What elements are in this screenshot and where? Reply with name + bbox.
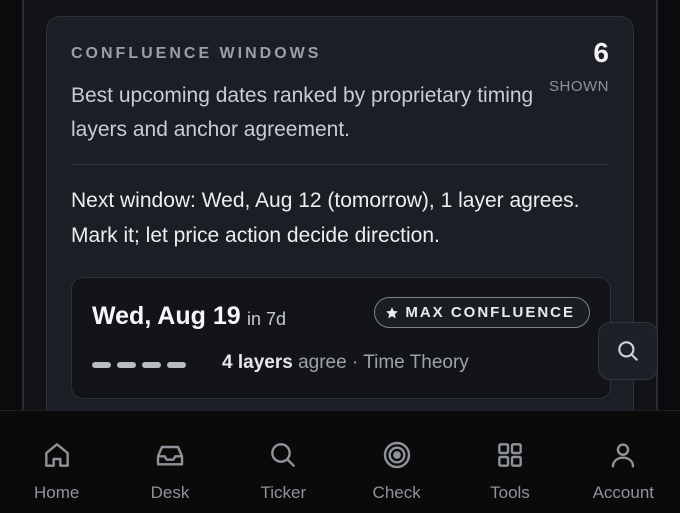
window-date: Wed, Aug 19 bbox=[92, 302, 241, 330]
max-confluence-badge: MAX CONFLUENCE bbox=[374, 297, 590, 328]
tab-ticker[interactable]: Ticker bbox=[227, 411, 340, 513]
grid-icon bbox=[498, 443, 522, 467]
shown-count: 6 bbox=[593, 37, 609, 68]
home-icon bbox=[44, 443, 69, 467]
target-icon bbox=[383, 441, 410, 469]
confluence-windows-card: CONFLUENCE WINDOWS 6 SHOWN Best upcoming… bbox=[46, 16, 634, 436]
star-icon bbox=[386, 306, 399, 318]
layer-bar bbox=[117, 362, 136, 368]
tab-label: Desk bbox=[150, 483, 190, 502]
search-icon bbox=[271, 443, 296, 467]
layer-indicator bbox=[92, 362, 186, 368]
layer-bar bbox=[167, 362, 186, 368]
tab-label: Check bbox=[372, 483, 421, 502]
tab-label: Ticker bbox=[260, 483, 307, 502]
layer-bar bbox=[92, 362, 111, 368]
bottom-tab-bar: Home Desk Ticker Check Tools Account bbox=[0, 410, 680, 513]
next-window-text: Next window: Wed, Aug 12 (tomorrow), 1 l… bbox=[71, 189, 580, 247]
tab-check[interactable]: Check bbox=[340, 411, 453, 513]
tab-desk[interactable]: Desk bbox=[113, 411, 226, 513]
tab-label: Tools bbox=[490, 483, 530, 502]
card-title: CONFLUENCE WINDOWS bbox=[71, 45, 322, 62]
inbox-icon bbox=[156, 445, 184, 466]
layer-bar bbox=[142, 362, 161, 368]
window-list-item[interactable]: Wed, Aug 19 in 7d MAX CONFLUENCE 4 layer… bbox=[71, 277, 611, 399]
tab-tools[interactable]: Tools bbox=[453, 411, 566, 513]
shown-label: SHOWN bbox=[549, 78, 609, 95]
layer-agreement: 4 layers agree · Time Theory bbox=[222, 352, 469, 374]
divider bbox=[71, 164, 609, 165]
tab-label: Home bbox=[33, 483, 80, 502]
window-relative-time: in 7d bbox=[247, 309, 287, 329]
card-description: Best upcoming dates ranked by proprietar… bbox=[71, 84, 534, 141]
layer-agree-text: agree · Time Theory bbox=[292, 352, 469, 373]
layer-count: 4 layers bbox=[222, 352, 293, 373]
search-button[interactable] bbox=[598, 322, 658, 380]
tab-label: Account bbox=[592, 483, 655, 502]
badge-label: MAX CONFLUENCE bbox=[405, 304, 575, 321]
search-icon bbox=[618, 341, 638, 361]
user-icon bbox=[612, 443, 635, 468]
tab-home[interactable]: Home bbox=[0, 411, 113, 513]
tab-account[interactable]: Account bbox=[567, 411, 680, 513]
